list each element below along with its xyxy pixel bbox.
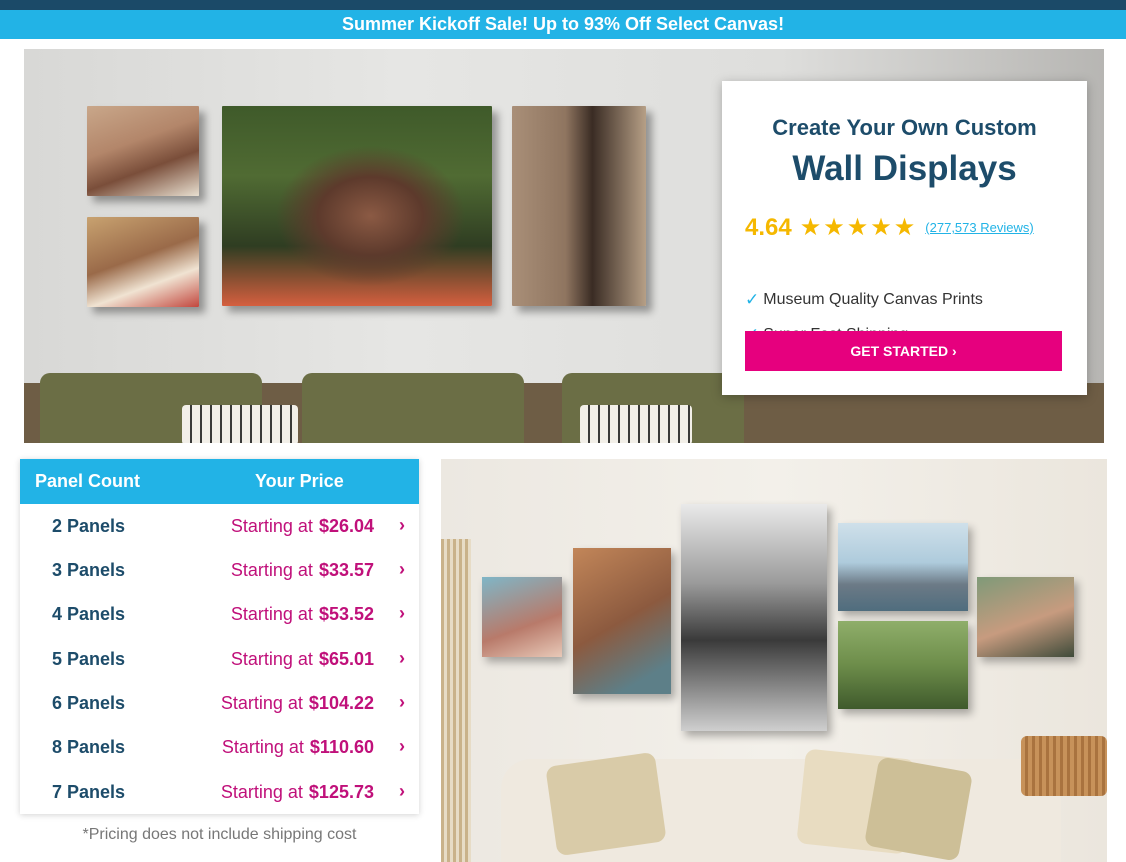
price-value: $110.60 <box>309 737 374 757</box>
price-value: $65.01 <box>318 649 374 669</box>
your-price-header: Your Price <box>255 471 344 491</box>
reviews-link[interactable]: (277,573 Reviews) <box>925 220 1033 235</box>
price-value: $53.52 <box>318 604 374 624</box>
panel-count: 7 Panels <box>52 782 126 802</box>
chevron-right-icon[interactable]: › <box>399 736 405 757</box>
lamp-shade <box>1021 736 1107 796</box>
hero-canvas-photo-2 <box>87 217 199 307</box>
price-text: Starting at $26.04 <box>230 516 374 536</box>
price-text: Starting at $33.57 <box>230 560 374 580</box>
panel-count: 3 Panels <box>52 560 126 580</box>
hero-section: Create Your Own Custom Wall Displays 4.6… <box>24 49 1104 443</box>
chevron-right-icon[interactable]: › <box>399 515 405 536</box>
pricing-row[interactable]: 2 Panels Starting at $26.04 › <box>20 504 419 548</box>
room-canvas-photo <box>838 523 968 611</box>
panel-count: 5 Panels <box>52 649 126 669</box>
chevron-right-icon[interactable]: › <box>399 559 405 580</box>
star-rating-icon: ★★★★★ <box>799 214 918 241</box>
rating-value: 4.64 <box>745 213 792 241</box>
chevron-right-icon[interactable]: › <box>399 603 405 624</box>
room-canvas-photo <box>681 504 827 731</box>
rating-row: 4.64 ★★★★★ (277,573 Reviews) <box>745 213 1034 242</box>
feature-label: Museum Quality Canvas Prints <box>763 291 983 308</box>
hero-canvas-photo-main <box>222 106 492 306</box>
sofa-pillow <box>863 756 974 862</box>
sofa-pillow <box>545 751 667 857</box>
price-value: $33.57 <box>318 560 374 580</box>
panel-count: 8 Panels <box>52 737 126 757</box>
price-value: $125.73 <box>308 782 374 802</box>
price-text: Starting at $65.01 <box>230 649 374 669</box>
chevron-right-icon[interactable]: › <box>399 648 405 669</box>
pricing-row[interactable]: 3 Panels Starting at $33.57 › <box>20 548 419 592</box>
check-icon: ✓ <box>745 290 760 309</box>
get-started-button[interactable]: GET STARTED › <box>745 331 1062 371</box>
pricing-row[interactable]: 6 Panels Starting at $104.22 › <box>20 681 419 725</box>
pricing-table: Panel Count Your Price 2 Panels Starting… <box>20 459 419 814</box>
top-strip <box>0 0 1126 10</box>
panel-count: 4 Panels <box>52 604 126 624</box>
price-text: Starting at $104.22 <box>220 693 374 713</box>
pricing-row[interactable]: 5 Panels Starting at $65.01 › <box>20 637 419 681</box>
pricing-row[interactable]: 4 Panels Starting at $53.52 › <box>20 592 419 636</box>
pricing-row[interactable]: 7 Panels Starting at $125.73 › <box>20 770 419 814</box>
wall-display-room-image <box>441 459 1107 862</box>
room-canvas-photo <box>838 621 968 709</box>
striped-pillow <box>182 405 298 443</box>
panel-count: 6 Panels <box>52 693 126 713</box>
chevron-right-icon[interactable]: › <box>399 781 405 802</box>
rattan-chair <box>441 539 471 862</box>
pricing-table-header: Panel Count Your Price <box>20 459 419 504</box>
pricing-row[interactable]: 8 Panels Starting at $110.60 › <box>20 725 419 769</box>
promo-banner[interactable]: Summer Kickoff Sale! Up to 93% Off Selec… <box>0 10 1126 39</box>
hero-canvas-photo-4 <box>512 106 646 306</box>
price-text: Starting at $53.52 <box>230 604 374 624</box>
room-canvas-photo <box>573 548 671 694</box>
price-text: Starting at $125.73 <box>220 782 374 802</box>
cta-card: Create Your Own Custom Wall Displays 4.6… <box>722 81 1087 395</box>
room-canvas-photo <box>482 577 562 657</box>
room-canvas-photo <box>977 577 1074 657</box>
price-value: $104.22 <box>308 693 374 713</box>
cta-title: Wall Displays <box>792 149 1017 188</box>
price-text: Starting at $110.60 <box>221 737 374 757</box>
feature-item: ✓ Museum Quality Canvas Prints <box>745 290 983 310</box>
chevron-right-icon[interactable]: › <box>399 692 405 713</box>
panel-count: 2 Panels <box>52 516 126 536</box>
pricing-note: *Pricing does not include shipping cost <box>82 826 357 843</box>
hero-canvas-photo-1 <box>87 106 199 196</box>
panel-count-header: Panel Count <box>35 471 141 491</box>
striped-pillow <box>580 405 692 443</box>
cta-subtitle: Create Your Own Custom <box>772 115 1037 140</box>
sofa-cushion <box>302 373 524 443</box>
price-value: $26.04 <box>318 516 374 536</box>
